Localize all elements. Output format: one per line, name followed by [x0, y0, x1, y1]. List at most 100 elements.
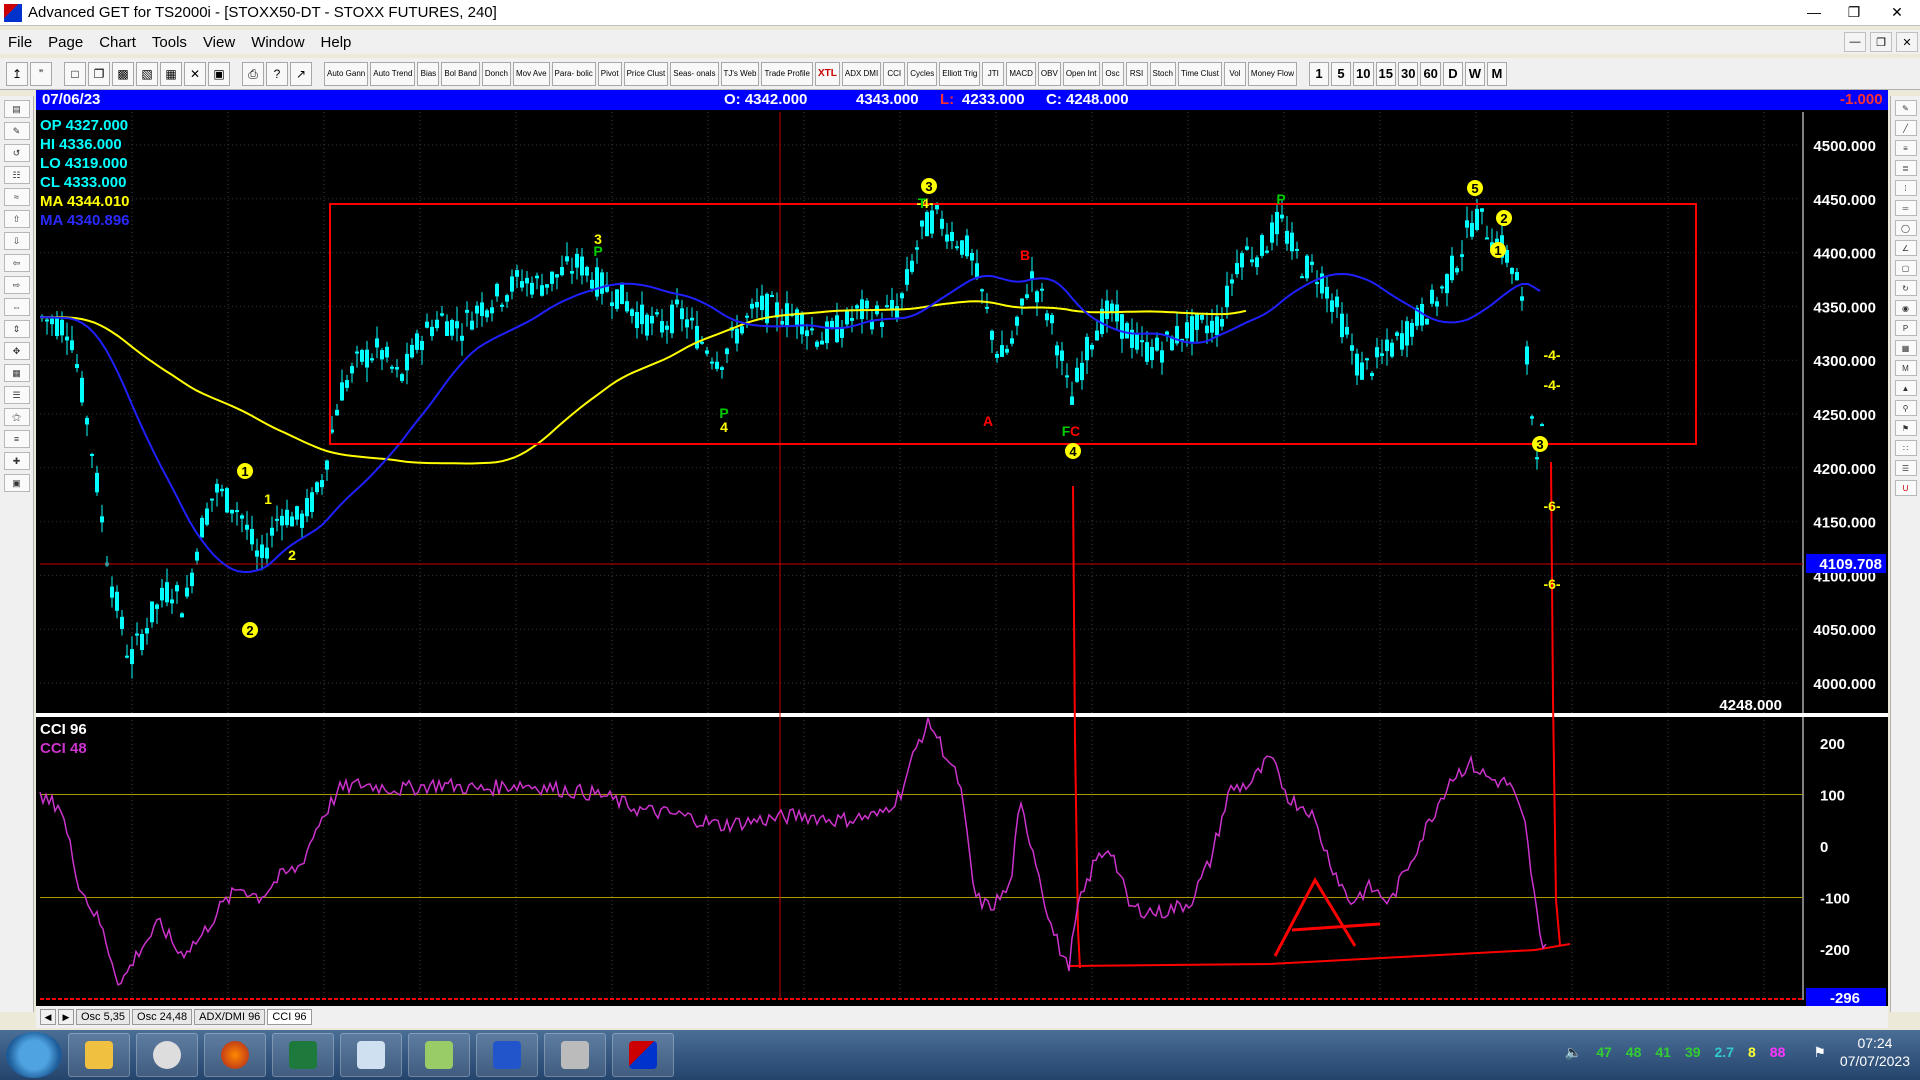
menu-page[interactable]: Page — [40, 34, 91, 51]
study-button-auto-gann[interactable]: Auto Gann — [324, 61, 369, 86]
taskbar-advanced-get[interactable] — [612, 1033, 674, 1077]
study-button-price-clust[interactable]: Price Clust — [623, 61, 669, 86]
quote-icon[interactable]: ” — [30, 61, 52, 86]
grid-tool-icon[interactable]: ▦ — [1894, 340, 1917, 356]
magnet-icon[interactable]: U — [1894, 480, 1917, 496]
taskbar-app7[interactable] — [476, 1033, 538, 1077]
line-tool-icon[interactable]: ╱ — [1894, 120, 1917, 136]
compress-icon[interactable]: ⇔ — [3, 298, 30, 316]
timeframe-button-5[interactable]: 5 — [1331, 61, 1352, 86]
reset-icon[interactable]: ↺ — [3, 144, 30, 162]
study-button-xtl[interactable]: XTL — [814, 61, 840, 86]
close-button[interactable]: ✕ — [1874, 0, 1920, 24]
pencil-icon[interactable]: ✎ — [1894, 100, 1917, 116]
flag-icon[interactable]: ⚑ — [1813, 1044, 1826, 1061]
elliott-icon[interactable]: ≈ — [3, 188, 30, 206]
fan-icon[interactable]: ∠ — [1894, 240, 1917, 256]
study-button-macd[interactable]: MACD — [1006, 61, 1036, 86]
menu-view[interactable]: View — [195, 34, 243, 51]
study-button-osc[interactable]: Osc — [1101, 61, 1124, 86]
tab-osc-5-35[interactable]: Osc 5,35 — [76, 1009, 131, 1025]
fit-icon[interactable]: ✥ — [3, 342, 30, 360]
taskbar-excel[interactable] — [272, 1033, 334, 1077]
chart-area[interactable] — [36, 90, 1888, 1014]
taskbar-app2[interactable] — [136, 1033, 198, 1077]
print-icon[interactable]: ⎙ — [242, 61, 264, 86]
study-button-obv[interactable]: OBV — [1037, 61, 1061, 86]
menu-tools[interactable]: Tools — [144, 34, 195, 51]
tab-osc-24-48[interactable]: Osc 24,48 — [132, 1009, 193, 1025]
study-button-money-flow[interactable]: Money Flow — [1247, 61, 1298, 86]
mdi-minimize-button[interactable]: — — [1844, 32, 1866, 52]
cursor-icon[interactable]: ↥ — [6, 61, 28, 86]
timeframe-button-60[interactable]: 60 — [1420, 61, 1441, 86]
study-button-cci[interactable]: CCI — [883, 61, 906, 86]
study-button-vol[interactable]: Vol — [1223, 61, 1246, 86]
study-button-time-clust[interactable]: Time Clust — [1177, 61, 1222, 86]
open-chart-icon[interactable]: ▤ — [3, 100, 30, 118]
study-button-elliott-trig[interactable]: Elliott Trig — [939, 61, 981, 86]
timeframe-button-15[interactable]: 15 — [1375, 61, 1396, 86]
arrow-right-icon[interactable]: ⇨ — [3, 276, 30, 294]
marker-icon[interactable]: ⚑ — [1894, 420, 1917, 436]
tab-scroll-right-icon[interactable]: ▶ — [58, 1009, 74, 1025]
timeframe-button-m[interactable]: M — [1486, 61, 1507, 86]
taskbar-app8[interactable] — [544, 1033, 606, 1077]
study-button-bias[interactable]: Bias — [417, 61, 440, 86]
study-button-auto-trend[interactable]: Auto Trend — [370, 61, 416, 86]
taskbar-firefox[interactable] — [204, 1033, 266, 1077]
cycle-icon[interactable]: ↻ — [1894, 280, 1917, 296]
mdi-restore-button[interactable]: ❐ — [1870, 32, 1892, 52]
study-button-stoch[interactable]: Stoch — [1149, 61, 1176, 86]
elps-icon[interactable]: ◉ — [1894, 300, 1917, 316]
fib-time-icon[interactable]: ⁞ — [1894, 180, 1917, 196]
study-button-donch[interactable]: Donch — [481, 61, 511, 86]
study-button-adx-dmi[interactable]: ADX DMI — [841, 61, 882, 86]
new-page-icon[interactable]: □ — [64, 61, 86, 86]
brush-icon[interactable]: ✎ — [3, 122, 30, 140]
taskbar-explorer[interactable] — [68, 1033, 130, 1077]
menu-window[interactable]: Window — [243, 34, 312, 51]
timeframe-button-1[interactable]: 1 — [1309, 61, 1330, 86]
ellipse-icon[interactable]: ◯ — [1894, 220, 1917, 236]
box-icon[interactable]: ▢ — [1894, 260, 1917, 276]
arrow-up-icon[interactable]: ⇧ — [3, 210, 30, 228]
help-icon[interactable]: ? — [266, 61, 288, 86]
lines-icon[interactable]: ☰ — [3, 386, 30, 404]
zoom-icon[interactable]: ⚲ — [1894, 400, 1917, 416]
expand-icon[interactable]: ⇕ — [3, 320, 30, 338]
study-button-bol-band[interactable]: Bol Band — [441, 61, 480, 86]
channel-icon[interactable]: ═ — [1894, 200, 1917, 216]
study-button-para-bolic[interactable]: Para- bolic — [551, 61, 596, 86]
study-button-pivot[interactable]: Pivot — [597, 61, 622, 86]
page-icon[interactable]: ▣ — [3, 474, 30, 492]
timeframe-button-10[interactable]: 10 — [1353, 61, 1374, 86]
grid-icon[interactable]: ▦ — [160, 61, 182, 86]
mob-icon[interactable]: M — [1894, 360, 1917, 376]
triangle-icon[interactable]: ▲ — [1894, 380, 1917, 396]
study-button-trade-profile[interactable]: Trade Profile — [761, 61, 813, 86]
open-icon[interactable]: ▩ — [112, 61, 134, 86]
delete-icon[interactable]: ✕ — [184, 61, 206, 86]
timeframe-button-w[interactable]: W — [1464, 61, 1485, 86]
tab-adx-dmi[interactable]: ADX/DMI 96 — [194, 1009, 266, 1025]
menu-chart[interactable]: Chart — [91, 34, 144, 51]
clock[interactable]: 07:24 07/07/2023 — [1840, 1034, 1910, 1070]
study-button-seas-onals[interactable]: Seas- onals — [670, 61, 719, 86]
minimize-button[interactable]: — — [1794, 0, 1834, 24]
pti-icon[interactable]: P — [1894, 320, 1917, 336]
study-button-mov-ave[interactable]: Mov Ave — [512, 61, 550, 86]
taskbar-notes[interactable] — [340, 1033, 402, 1077]
start-button[interactable] — [6, 1032, 62, 1078]
study-button-rsi[interactable]: RSI — [1125, 61, 1148, 86]
copy-icon[interactable]: ❐ — [88, 61, 110, 86]
gann-icon[interactable]: ⚝ — [3, 408, 30, 426]
menu-help[interactable]: Help — [313, 34, 360, 51]
timeframe-button-30[interactable]: 30 — [1397, 61, 1419, 86]
fib-retrace-icon[interactable]: ≡ — [1894, 140, 1917, 156]
study-button-jti[interactable]: JTI — [982, 61, 1005, 86]
dots-icon[interactable]: ∷ — [1894, 440, 1917, 456]
maximize-button[interactable]: ❐ — [1834, 0, 1874, 24]
study-button-open-int[interactable]: Open Int — [1062, 61, 1100, 86]
menu-file[interactable]: File — [0, 34, 40, 51]
